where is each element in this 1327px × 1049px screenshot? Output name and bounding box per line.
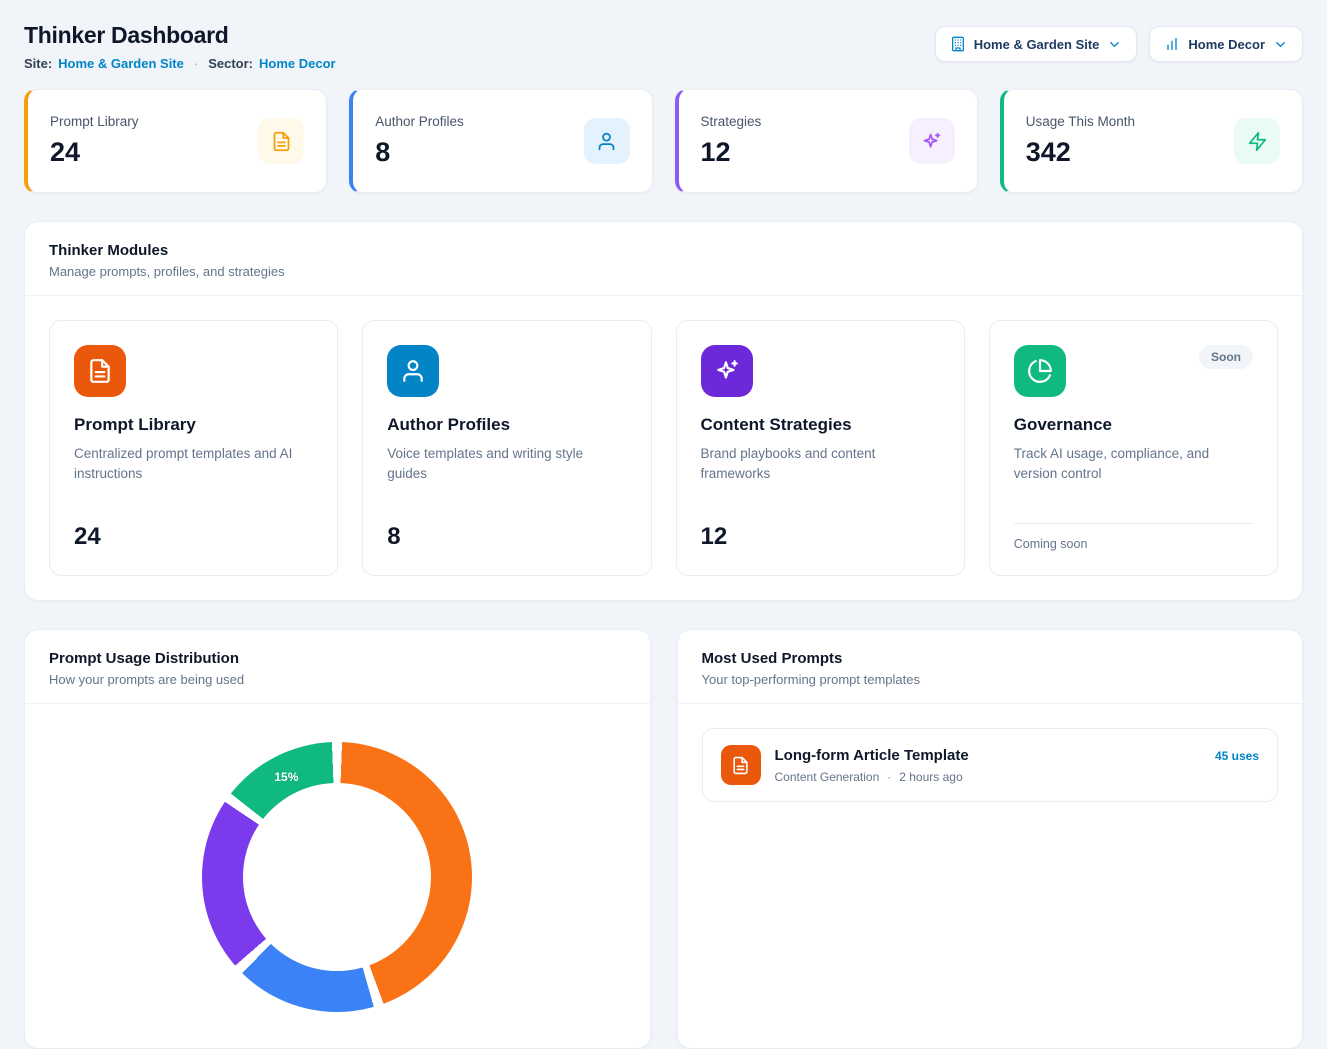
section-subtitle: Manage prompts, profiles, and strategies <box>49 264 1278 279</box>
zap-icon <box>1234 118 1280 164</box>
sector-link[interactable]: Home Decor <box>259 56 336 71</box>
module-top: Soon <box>1014 345 1253 397</box>
sparkle-star-icon <box>701 345 753 397</box>
chevron-down-icon <box>1273 37 1288 52</box>
stat-card-prompt-library: Prompt Library 24 <box>24 89 327 193</box>
donut-chart-area: 15% <box>25 704 650 1034</box>
stat-info: Prompt Library 24 <box>50 114 139 168</box>
section-title: Most Used Prompts <box>702 650 1279 667</box>
stat-value: 342 <box>1026 137 1135 168</box>
module-description: Track AI usage, compliance, and version … <box>1014 444 1253 485</box>
bar-chart-icon <box>1164 36 1180 52</box>
prompt-meta: Content Generation · 2 hours ago <box>775 770 1201 784</box>
thinker-modules-card: Thinker Modules Manage prompts, profiles… <box>24 221 1303 601</box>
module-count: 12 <box>701 523 940 551</box>
pie-chart-icon <box>1014 345 1066 397</box>
building-icon <box>950 36 966 52</box>
section-title: Prompt Usage Distribution <box>49 650 626 667</box>
module-description: Voice templates and writing style guides <box>387 444 626 485</box>
prompt-item-body: Long-form Article Template Content Gener… <box>775 747 1201 784</box>
stat-value: 12 <box>701 137 762 168</box>
file-text-icon <box>74 345 126 397</box>
file-text-icon <box>721 745 761 785</box>
module-top <box>701 345 940 397</box>
module-count: 8 <box>387 523 626 551</box>
stat-card-usage: Usage This Month 342 <box>1000 89 1303 193</box>
module-title: Content Strategies <box>701 415 940 435</box>
separator-dot: · <box>887 770 891 784</box>
file-text-icon <box>258 118 304 164</box>
module-count: 24 <box>74 523 313 551</box>
site-selector-label: Home & Garden Site <box>974 37 1100 52</box>
donut-segment-label: 15% <box>274 770 298 784</box>
donut-hole <box>243 783 431 971</box>
bottom-row: Prompt Usage Distribution How your promp… <box>24 629 1303 1049</box>
stat-label: Author Profiles <box>375 114 464 129</box>
stat-info: Usage This Month 342 <box>1026 114 1135 168</box>
stat-value: 8 <box>375 137 464 168</box>
site-selector-dropdown[interactable]: Home & Garden Site <box>935 26 1138 62</box>
prompt-list-item[interactable]: Long-form Article Template Content Gener… <box>702 728 1279 802</box>
module-prompt-library[interactable]: Prompt Library Centralized prompt templa… <box>49 320 338 576</box>
header-left: Thinker Dashboard Site: Home & Garden Si… <box>24 22 336 71</box>
stat-info: Strategies 12 <box>701 114 762 168</box>
sector-label: Sector: <box>208 56 253 71</box>
header-actions: Home & Garden Site Home Decor <box>935 26 1303 62</box>
sparkle-star-icon <box>909 118 955 164</box>
prompt-list: Long-form Article Template Content Gener… <box>678 704 1303 826</box>
prompt-usage-card: Prompt Usage Distribution How your promp… <box>24 629 651 1049</box>
module-content-strategies[interactable]: Content Strategies Brand playbooks and c… <box>676 320 965 576</box>
module-top <box>387 345 626 397</box>
most-used-prompts-card: Most Used Prompts Your top-performing pr… <box>677 629 1304 1049</box>
stat-label: Usage This Month <box>1026 114 1135 129</box>
section-title: Thinker Modules <box>49 242 1278 259</box>
prompts-card-header: Most Used Prompts Your top-performing pr… <box>678 630 1303 703</box>
stat-label: Strategies <box>701 114 762 129</box>
prompt-uses-badge: 45 uses <box>1215 749 1259 763</box>
dashboard-page: { "header": { "title": "Thinker Dashboar… <box>0 0 1327 826</box>
module-author-profiles[interactable]: Author Profiles Voice templates and writ… <box>362 320 651 576</box>
prompt-title: Long-form Article Template <box>775 747 1201 764</box>
sector-selector-label: Home Decor <box>1188 37 1265 52</box>
page-header: Thinker Dashboard Site: Home & Garden Si… <box>24 22 1303 71</box>
section-subtitle: How your prompts are being used <box>49 672 626 687</box>
stat-label: Prompt Library <box>50 114 139 129</box>
module-governance[interactable]: Soon Governance Track AI usage, complian… <box>989 320 1278 576</box>
module-title: Author Profiles <box>387 415 626 435</box>
modules-card-header: Thinker Modules Manage prompts, profiles… <box>25 222 1302 295</box>
module-top <box>74 345 313 397</box>
prompt-timestamp: 2 hours ago <box>899 770 962 784</box>
stat-card-strategies: Strategies 12 <box>675 89 978 193</box>
site-link[interactable]: Home & Garden Site <box>58 56 184 71</box>
modules-grid: Prompt Library Centralized prompt templa… <box>25 296 1302 600</box>
coming-soon-label: Coming soon <box>1014 523 1253 551</box>
stat-info: Author Profiles 8 <box>375 114 464 168</box>
user-icon <box>584 118 630 164</box>
stat-value: 24 <box>50 137 139 168</box>
module-title: Governance <box>1014 415 1253 435</box>
section-subtitle: Your top-performing prompt templates <box>702 672 1279 687</box>
page-title: Thinker Dashboard <box>24 22 336 49</box>
soon-badge: Soon <box>1199 345 1253 369</box>
breadcrumb: Site: Home & Garden Site · Sector: Home … <box>24 56 336 71</box>
page-container: Thinker Dashboard Site: Home & Garden Si… <box>0 0 1327 1049</box>
module-description: Brand playbooks and content frameworks <box>701 444 940 485</box>
sector-selector-dropdown[interactable]: Home Decor <box>1149 26 1303 62</box>
usage-card-header: Prompt Usage Distribution How your promp… <box>25 630 650 703</box>
chevron-down-icon <box>1107 37 1122 52</box>
site-label: Site: <box>24 56 52 71</box>
module-title: Prompt Library <box>74 415 313 435</box>
user-icon <box>387 345 439 397</box>
prompt-category: Content Generation <box>775 770 880 784</box>
separator-dot: · <box>194 56 198 71</box>
stats-row: Prompt Library 24 Author Profiles 8 Stra… <box>24 89 1303 193</box>
stat-card-author-profiles: Author Profiles 8 <box>349 89 652 193</box>
prompt-usage-donut: 15% <box>202 742 472 1012</box>
module-description: Centralized prompt templates and AI inst… <box>74 444 313 485</box>
